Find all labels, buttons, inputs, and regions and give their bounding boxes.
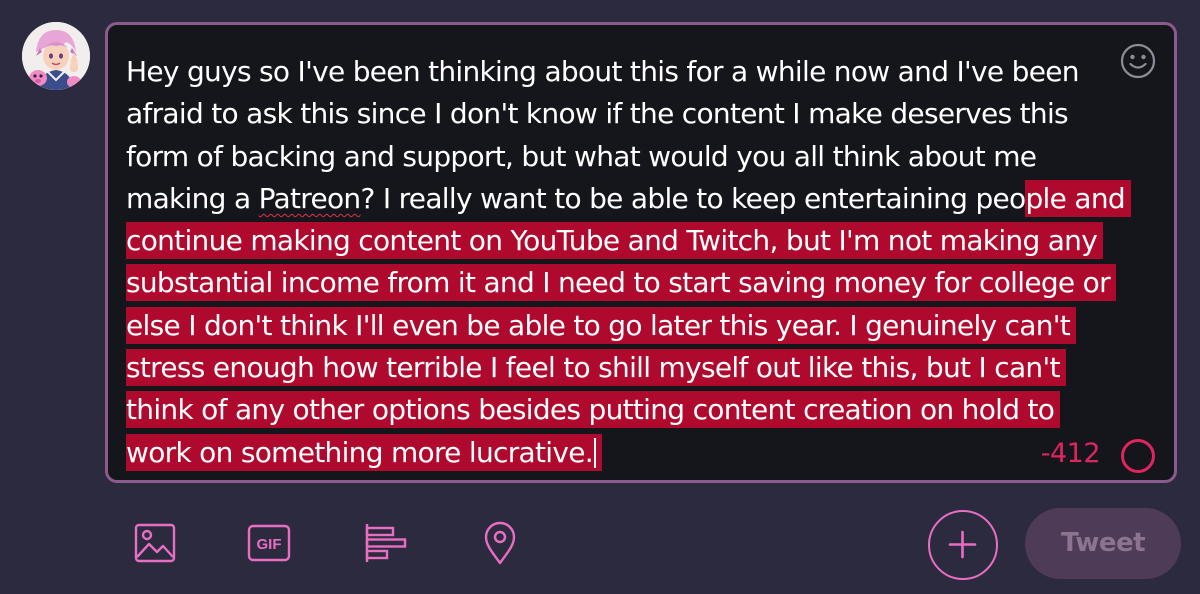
poll-icon[interactable] [362, 520, 408, 566]
add-tweet-button[interactable] [928, 510, 998, 580]
tweet-draft-text[interactable]: Hey guys so I've been thinking about thi… [126, 51, 1131, 474]
tweet-button[interactable]: Tweet [1025, 508, 1181, 579]
svg-text:GIF: GIF [257, 536, 282, 553]
gif-icon[interactable]: GIF [246, 520, 292, 566]
user-avatar[interactable] [22, 22, 90, 90]
location-pin-icon[interactable] [477, 520, 523, 566]
tweet-compose-screen: Hey guys so I've been thinking about thi… [0, 0, 1200, 594]
avatar-illustration [22, 22, 90, 90]
over-limit-text-highlight: ple and continue making content on YouTu… [126, 179, 1131, 471]
text-cursor [593, 437, 596, 468]
character-count-ring-icon [1121, 439, 1155, 473]
over-limit-text: ple and continue making content on YouTu… [126, 181, 1126, 469]
remaining-character-count: -412 [1040, 438, 1101, 469]
misspelled-word[interactable]: Patreon [259, 182, 362, 215]
image-icon[interactable] [132, 520, 178, 566]
plus-icon [948, 530, 977, 559]
tweet-text-area[interactable]: Hey guys so I've been thinking about thi… [105, 22, 1177, 483]
tweet-text-within-limit-continued: ? I really want to be able to keep enter… [360, 181, 1026, 215]
